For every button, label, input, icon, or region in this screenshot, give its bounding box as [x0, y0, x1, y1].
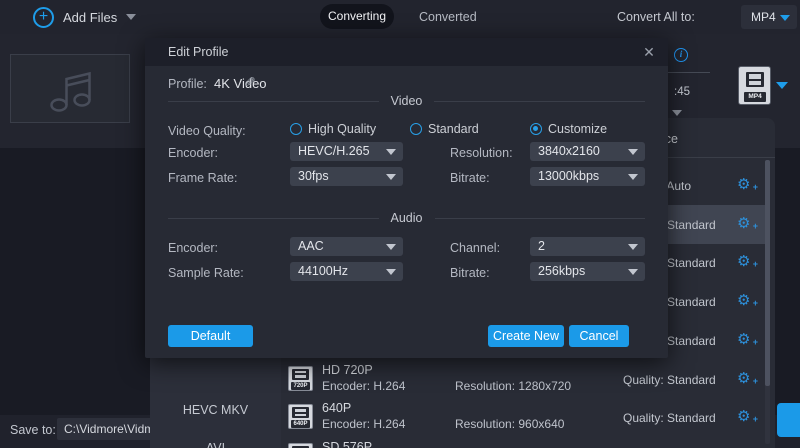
radio-icon[interactable]: [290, 123, 302, 135]
radio-label: High Quality: [308, 122, 376, 136]
top-toolbar: + Add Files Converting Converted Convert…: [0, 0, 800, 34]
cancel-button[interactable]: Cancel: [569, 325, 629, 347]
format-file-icon: [288, 443, 313, 448]
gear-icon[interactable]: ⚙: [737, 408, 755, 426]
tab-converted[interactable]: Converted: [419, 10, 477, 24]
radio-icon[interactable]: [530, 123, 542, 135]
profile-name: 640P: [322, 401, 351, 415]
edit-pencil-icon[interactable]: ✎: [244, 74, 256, 91]
convert-all-format-value: MP4: [751, 10, 776, 24]
convert-all-button[interactable]: [777, 403, 800, 437]
profile-encoder: Encoder: H.264: [322, 379, 405, 393]
framerate-select[interactable]: 30fps: [290, 167, 403, 186]
convert-all-to-label: Convert All to:: [617, 10, 695, 24]
video-section-header: Video: [168, 94, 645, 108]
video-section-title: Video: [379, 94, 435, 108]
category-item[interactable]: AVI: [150, 441, 281, 448]
video-encoder-select[interactable]: HEVC/H.265: [290, 142, 403, 161]
radio-label: Standard: [428, 122, 479, 136]
app-window: i :45 MP4 + Add Files Converting Convert…: [0, 0, 800, 448]
audio-encoder-label: Encoder:: [168, 241, 218, 255]
audio-bitrate-label: Bitrate:: [450, 266, 490, 280]
film-icon: [746, 72, 764, 87]
channel-select[interactable]: 2: [530, 237, 645, 256]
gear-icon[interactable]: ⚙: [737, 370, 755, 388]
close-icon[interactable]: ✕: [640, 43, 658, 61]
convert-all-format-select[interactable]: MP4: [741, 5, 797, 29]
gear-icon[interactable]: ⚙: [737, 176, 755, 194]
radio-label: Customize: [548, 122, 607, 136]
profile-quality: Quality: Standard: [623, 373, 716, 387]
profile-row[interactable]: 720P HD 720P Encoder: H.264 Resolution: 128…: [281, 360, 766, 399]
category-item[interactable]: HEVC MKV: [150, 403, 281, 421]
convert-all-caret-icon: [780, 15, 790, 21]
profile-resolution: Resolution: 1280x720: [455, 379, 571, 393]
profile-name: HD 720P: [322, 363, 373, 377]
format-badge: MP4: [744, 92, 766, 102]
audio-section-title: Audio: [379, 211, 435, 225]
resolution-select[interactable]: 3840x2160: [530, 142, 645, 161]
gear-icon[interactable]: ⚙: [737, 292, 755, 310]
channel-label: Channel:: [450, 241, 500, 255]
gear-icon[interactable]: ⚙: [737, 253, 755, 271]
format-file-icon: 640P: [288, 404, 313, 429]
format-icon-label: 720P: [291, 382, 310, 390]
create-new-button[interactable]: Create New: [488, 325, 564, 347]
audio-bitrate-select[interactable]: 256kbps: [530, 262, 645, 281]
quality-option-standard[interactable]: Standard: [410, 122, 479, 136]
film-icon: [292, 369, 309, 380]
gear-icon[interactable]: ⚙: [737, 215, 755, 233]
add-files-caret-icon[interactable]: [126, 14, 136, 20]
format-file-icon: 720P: [288, 366, 313, 391]
profile-name: SD 576P: [322, 440, 372, 448]
samplerate-select[interactable]: 44100Hz: [290, 262, 403, 281]
quality-option-customize[interactable]: Customize: [530, 122, 607, 136]
file-format-button[interactable]: MP4: [738, 66, 771, 105]
add-files-button[interactable]: Add Files: [63, 10, 117, 25]
film-icon: [292, 407, 309, 418]
profile-resolution: Resolution: 960x640: [455, 417, 564, 431]
video-quality-label: Video Quality:: [168, 124, 246, 138]
resolution-label: Resolution:: [450, 146, 513, 160]
add-files-plus-icon[interactable]: +: [33, 7, 54, 28]
profile-quality: Quality: Standard: [623, 411, 716, 425]
dialog-title: Edit Profile: [168, 45, 228, 59]
save-to-label: Save to:: [10, 423, 56, 437]
popup-scrollbar[interactable]: [765, 160, 770, 444]
video-bitrate-select[interactable]: 13000kbps: [530, 167, 645, 186]
profile-row[interactable]: 640P 640P Encoder: H.264 Resolution: 960x64…: [281, 398, 766, 437]
edit-profile-dialog: Edit Profile ✕ Profile: 4K Video ✎ Video…: [145, 38, 668, 358]
music-note-icon: [48, 66, 94, 114]
profile-row[interactable]: SD 576P⚙: [281, 437, 766, 448]
chevron-down-icon[interactable]: [672, 110, 682, 116]
audio-encoder-select[interactable]: AAC: [290, 237, 403, 256]
tab-converting[interactable]: Converting: [320, 4, 394, 29]
format-icon-label: 640P: [291, 420, 310, 428]
radio-icon[interactable]: [410, 123, 422, 135]
gear-icon[interactable]: ⚙: [737, 331, 755, 349]
format-dropdown-caret-icon[interactable]: [776, 82, 788, 89]
popup-scrollbar-thumb[interactable]: [765, 160, 770, 386]
default-button[interactable]: Default: [168, 325, 253, 347]
profile-encoder: Encoder: H.264: [322, 417, 405, 431]
dialog-header: Edit Profile ✕: [145, 38, 668, 66]
file-thumbnail[interactable]: [10, 54, 130, 123]
profile-name-value: 4K Video: [214, 76, 267, 91]
profile-label: Profile:: [168, 77, 207, 91]
framerate-label: Frame Rate:: [168, 171, 237, 185]
video-encoder-label: Encoder:: [168, 146, 218, 160]
samplerate-label: Sample Rate:: [168, 266, 244, 280]
video-bitrate-label: Bitrate:: [450, 171, 490, 185]
file-row-divider: [668, 72, 710, 73]
audio-section-header: Audio: [168, 211, 645, 225]
quality-option-high-quality[interactable]: High Quality: [290, 122, 376, 136]
file-info-icon[interactable]: i: [674, 48, 688, 62]
